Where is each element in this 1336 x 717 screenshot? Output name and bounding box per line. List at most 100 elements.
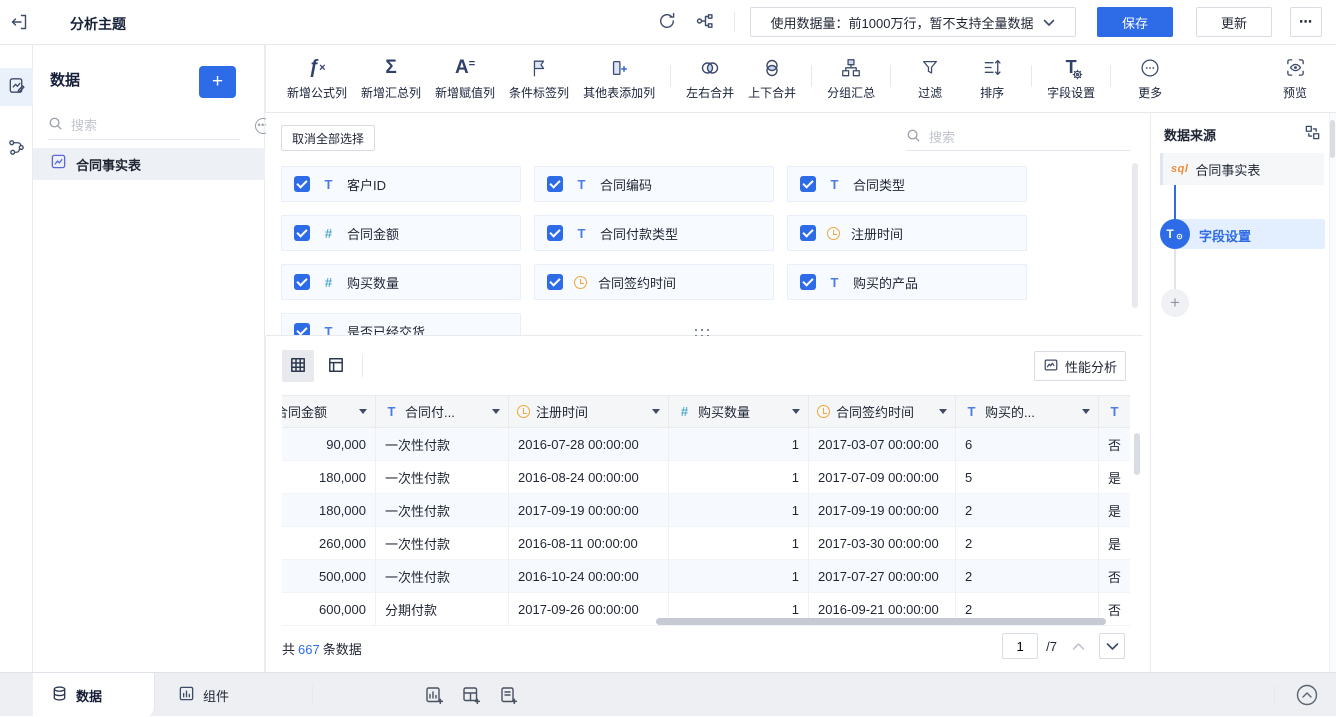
tab-component[interactable]: 组件 [160, 673, 247, 717]
rail-relationship-button[interactable] [0, 130, 33, 168]
field-panel-scrollbar[interactable] [1132, 163, 1138, 308]
table-cell: 180,000 [282, 461, 376, 493]
flag-icon [529, 54, 549, 81]
update-button[interactable]: 更新 [1196, 7, 1272, 37]
performance-analysis-button[interactable]: 性能分析 [1034, 351, 1126, 381]
field-card-8[interactable]: 购买的产品 [787, 264, 1027, 300]
add-dashboard-icon[interactable] [460, 684, 482, 706]
field-card-4[interactable]: 合同付款类型 [534, 215, 774, 251]
number-field-icon [677, 404, 692, 419]
field-card-2[interactable]: 合同类型 [787, 166, 1027, 202]
sort-caret-icon[interactable] [1082, 409, 1090, 414]
toolbar-item-field-settings[interactable]: T 字段设置 [1040, 54, 1102, 101]
field-selection-panel: 取消全部选择 客户ID 合同编码 合同类型 合同金额 合同付款类型 注册时间 购… [266, 113, 1143, 335]
column-header-amount[interactable]: 合同金额 [282, 396, 376, 427]
toolbar-item-join-vertical[interactable]: 上下合并 [741, 54, 803, 101]
toolbar-item-sort[interactable]: 排序 [961, 54, 1023, 101]
field-card-9[interactable]: 是否已经交货 [281, 313, 521, 335]
refresh-button[interactable] [656, 11, 678, 33]
column-header-product[interactable]: 购买的... [956, 396, 1099, 427]
toolbar-item-more[interactable]: 更多 [1119, 54, 1181, 101]
page-down-button[interactable] [1099, 633, 1125, 659]
lineage-button[interactable] [694, 11, 716, 33]
toolbar-item-condition-tag-column[interactable]: 条件标签列 [502, 54, 576, 101]
horizontal-scrollbar[interactable] [656, 618, 1106, 625]
field-settings-icon: T [1066, 54, 1083, 81]
sort-caret-icon[interactable] [792, 409, 800, 414]
sort-caret-icon[interactable] [492, 409, 500, 414]
layout-view-button[interactable] [320, 350, 352, 382]
field-card-5[interactable]: 注册时间 [787, 215, 1027, 251]
sidebar-search-input[interactable] [71, 118, 247, 133]
rail-analysis-button[interactable] [0, 68, 33, 106]
checkbox-checked[interactable] [547, 225, 563, 241]
toolbar-item-group-summary[interactable]: 分组汇总 [820, 54, 882, 101]
checkbox-checked[interactable] [800, 225, 816, 241]
page-up-button[interactable] [1065, 633, 1091, 659]
sort-caret-icon[interactable] [939, 409, 947, 414]
toolbar-item-formula-column[interactable]: ƒ × 新增公式列 [280, 54, 354, 101]
column-header-sign-time[interactable]: 合同签约时间 [809, 396, 956, 427]
field-card-1[interactable]: 合同编码 [534, 166, 774, 202]
window-scrollbar-thumb[interactable] [1330, 120, 1335, 158]
sidebar-item-table[interactable]: 合同事实表 [33, 148, 265, 180]
checkbox-checked[interactable] [294, 323, 310, 335]
table-cell: 6 [956, 428, 1099, 460]
page-total: /7 [1046, 638, 1057, 654]
checkbox-checked[interactable] [800, 274, 816, 290]
column-header-register-time[interactable]: 注册时间 [509, 396, 669, 427]
checkbox-checked[interactable] [800, 176, 816, 192]
sort-caret-icon[interactable] [359, 409, 367, 414]
table-cell: 一次性付款 [376, 560, 509, 592]
datasource-panel: 数据来源 sql 合同事实表 T 字段设置 + [1150, 113, 1336, 672]
chevron-down-icon [1043, 15, 1055, 30]
field-card-7[interactable]: 合同签约时间 [534, 264, 774, 300]
checkbox-checked[interactable] [547, 176, 563, 192]
topbar-divider [734, 12, 735, 32]
grid-view-button[interactable] [282, 350, 314, 382]
field-search-input[interactable] [929, 130, 1130, 145]
add-data-button[interactable]: + [199, 66, 236, 98]
text-field-icon [827, 177, 842, 192]
field-card-6[interactable]: 购买数量 [281, 264, 521, 300]
checkbox-checked[interactable] [294, 274, 310, 290]
tab-data[interactable]: 数据 [33, 673, 155, 717]
datasource-table-node[interactable]: sql 合同事实表 [1160, 153, 1324, 185]
column-header-quantity[interactable]: 购买数量 [669, 396, 809, 427]
topbar-more-button[interactable]: ⋯ [1290, 7, 1322, 37]
swap-layout-icon[interactable] [1304, 124, 1322, 142]
add-step-button[interactable]: + [1161, 289, 1189, 317]
field-search [906, 125, 1130, 151]
save-button[interactable]: 保存 [1097, 7, 1173, 37]
toolbar: ƒ × 新增公式列 Σ 新增汇总列 A = 新增赋值列 条件标签列 其他表添加列 左… [265, 45, 1336, 113]
add-chart-icon[interactable] [423, 684, 445, 706]
checkbox-checked[interactable] [547, 274, 563, 290]
vertical-scrollbar[interactable] [1134, 433, 1140, 475]
page-input[interactable] [1002, 633, 1039, 659]
collapse-panel-button[interactable] [1295, 683, 1319, 707]
toolbar-item-preview[interactable]: 预览 [1264, 54, 1326, 101]
table-cell: 1 [669, 461, 809, 493]
sort-caret-icon[interactable] [652, 409, 660, 414]
add-report-icon[interactable] [497, 684, 519, 706]
deselect-all-button[interactable]: 取消全部选择 [281, 125, 376, 151]
toolbar-divider [1110, 65, 1112, 87]
table-cell: 1 [669, 560, 809, 592]
view-toggle-divider [362, 355, 363, 377]
toolbar-item-assign-column[interactable]: A = 新增赋值列 [428, 54, 502, 101]
field-settings-step-icon[interactable]: T [1160, 219, 1190, 249]
toolbar-item-join-horizontal[interactable]: 左右合并 [679, 54, 741, 101]
checkbox-checked[interactable] [294, 225, 310, 241]
exit-button[interactable] [7, 11, 31, 35]
field-card-0[interactable]: 客户ID [281, 166, 521, 202]
toolbar-item-add-column-other-table[interactable]: 其他表添加列 [576, 54, 662, 101]
field-card-3[interactable]: 合同金额 [281, 215, 521, 251]
table-cell: 2017-03-07 00:00:00 [809, 428, 956, 460]
toolbar-item-summary-column[interactable]: Σ 新增汇总列 [354, 54, 428, 101]
toolbar-item-filter[interactable]: 过滤 [899, 54, 961, 101]
data-usage-dropdown[interactable]: 使用数据量：前1000万行，暂不支持全量数据 [750, 7, 1076, 37]
table-cell: 2 [956, 560, 1099, 592]
checkbox-checked[interactable] [294, 176, 310, 192]
column-header-payment[interactable]: 合同付... [376, 396, 509, 427]
column-header-delivered[interactable] [1099, 396, 1130, 427]
